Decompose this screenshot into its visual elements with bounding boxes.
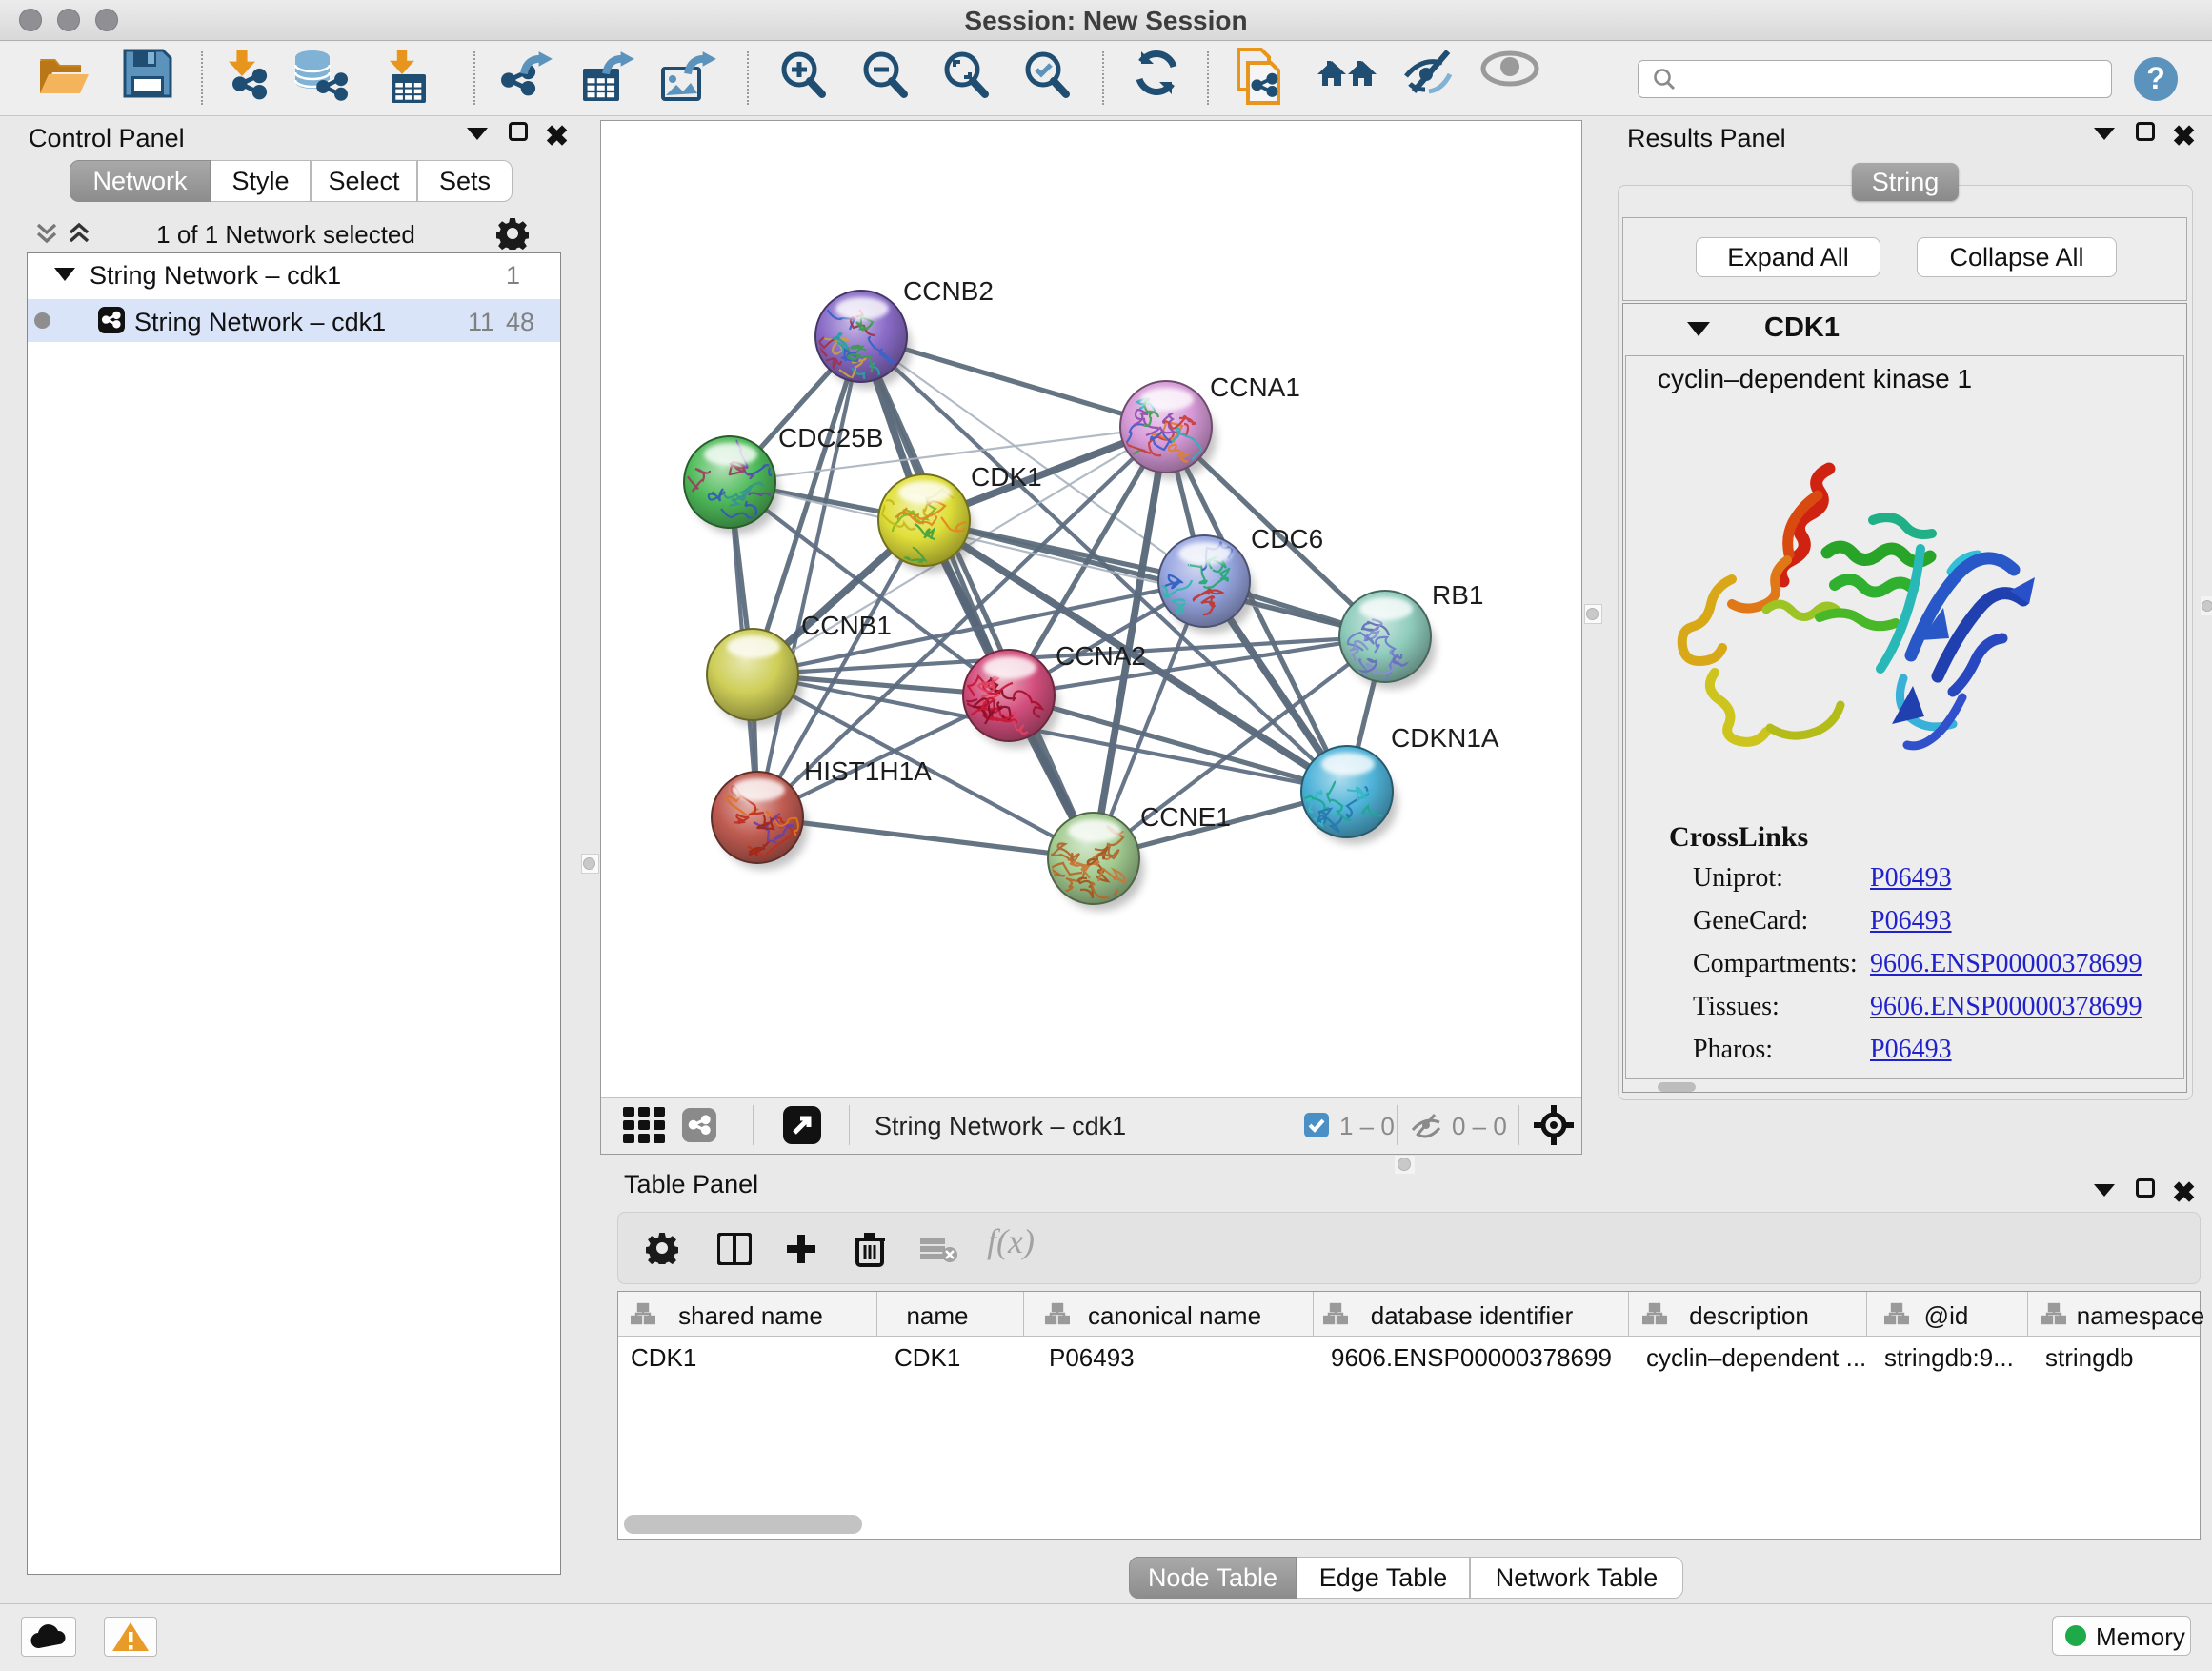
svg-text:CCNB1: CCNB1 [801,611,892,640]
svg-text:RB1: RB1 [1432,580,1483,610]
svg-text:?: ? [2146,61,2165,95]
svg-text:CCNB2: CCNB2 [903,276,994,306]
svg-text:CDC25B: CDC25B [778,423,883,453]
svg-text:CDK1: CDK1 [971,462,1042,492]
svg-text:CCNE1: CCNE1 [1140,802,1231,832]
svg-text:CDC6: CDC6 [1251,524,1323,554]
svg-text:CCNA1: CCNA1 [1210,372,1300,402]
svg-text:CCNA2: CCNA2 [1056,641,1146,671]
svg-text:CDKN1A: CDKN1A [1391,723,1499,753]
svg-text:HIST1H1A: HIST1H1A [804,756,932,786]
